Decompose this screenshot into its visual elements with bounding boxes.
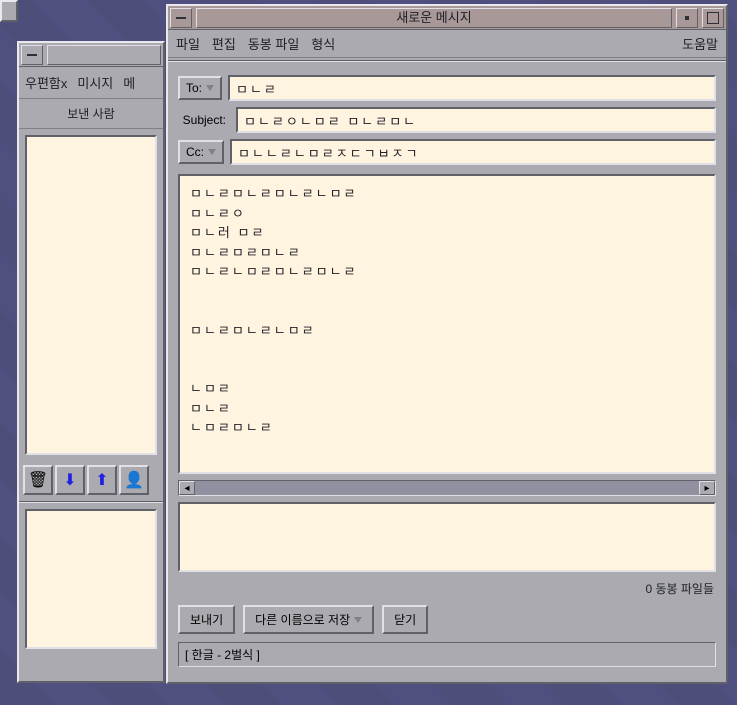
attachments-area[interactable] xyxy=(178,502,716,572)
scroll-track[interactable] xyxy=(195,481,699,495)
menu-help[interactable]: 도움말 xyxy=(682,34,718,53)
compose-window: 새로운 메시지 파일 편집 동봉 파일 형식 도움말 To: Subject: … xyxy=(166,4,728,684)
to-row: To: xyxy=(168,72,726,104)
compose-title: 새로운 메시지 xyxy=(196,8,672,28)
to-input[interactable] xyxy=(228,75,716,101)
window-menu-icon[interactable] xyxy=(21,45,43,65)
mailbox-window: 우편함x 미시지 메 보낸 사람 🗑 ⬇ ⬆ 👤 xyxy=(17,41,165,683)
compose-titlebar[interactable]: 새로운 메시지 xyxy=(168,6,726,30)
compose-buttons: 보내기 다른 이름으로 저장 닫기 xyxy=(168,599,726,640)
mailbox-titlebar[interactable] xyxy=(19,43,163,67)
to-label-button[interactable]: To: xyxy=(178,76,222,100)
menu-file[interactable]: 파일 xyxy=(176,34,200,53)
mailbox-toolbar: 🗑 ⬇ ⬆ 👤 xyxy=(19,461,163,499)
cc-input[interactable] xyxy=(230,139,716,165)
sender-column-header: 보낸 사람 xyxy=(19,99,163,129)
save-as-button[interactable]: 다른 이름으로 저장 xyxy=(243,605,374,634)
mailbox-title xyxy=(47,45,161,65)
chevron-down-icon xyxy=(206,85,214,91)
chevron-down-icon xyxy=(208,149,216,155)
menu-format[interactable]: 형식 xyxy=(311,34,335,53)
mailbox-menubar: 우편함x 미시지 메 xyxy=(19,67,163,99)
subject-label: Subject: xyxy=(178,113,230,127)
trash-icon[interactable]: 🗑 xyxy=(23,465,53,495)
minimize-icon[interactable] xyxy=(676,8,698,28)
subject-input[interactable] xyxy=(236,107,716,133)
message-body[interactable]: ㅁㄴㄹㅁㄴㄹㅁㄴㄹㄴㅁㄹ ㅁㄴㄹㅇ ㅁㄴ러 ㅁㄹ ㅁㄴㄹㅁㄹㅁㄴㄹ ㅁㄴㄹㄴㅁㄹ… xyxy=(178,174,716,474)
cc-label-button[interactable]: Cc: xyxy=(178,140,224,164)
bg-window-fragment xyxy=(0,0,18,22)
arrow-up-icon[interactable]: ⬆ xyxy=(87,465,117,495)
arrow-down-icon[interactable]: ⬇ xyxy=(55,465,85,495)
chevron-down-icon xyxy=(354,617,362,623)
mailbox-list[interactable] xyxy=(25,135,157,455)
menu-cut[interactable]: 메 xyxy=(123,73,135,92)
menu-edit[interactable]: 편집 xyxy=(212,34,236,53)
menu-message[interactable]: 미시지 xyxy=(77,73,113,92)
scroll-right-icon[interactable]: ▸ xyxy=(699,481,715,495)
cc-label-text: Cc: xyxy=(186,145,204,159)
subject-row: Subject: xyxy=(168,104,726,136)
menu-mailbox[interactable]: 우편함x xyxy=(25,73,67,92)
compose-menubar: 파일 편집 동봉 파일 형식 도움말 xyxy=(168,30,726,58)
body-h-scrollbar[interactable]: ◂ ▸ xyxy=(178,480,716,496)
mailbox-preview[interactable] xyxy=(25,509,157,649)
cc-row: Cc: xyxy=(168,136,726,168)
maximize-icon[interactable] xyxy=(702,8,724,28)
send-button[interactable]: 보내기 xyxy=(178,605,235,634)
attachments-status: 0 동봉 파일들 xyxy=(168,578,726,599)
scroll-left-icon[interactable]: ◂ xyxy=(179,481,195,495)
to-label-text: To: xyxy=(186,81,202,95)
menu-attach[interactable]: 동봉 파일 xyxy=(248,34,299,53)
user-icon[interactable]: 👤 xyxy=(119,465,149,495)
ime-statusbar: [ 한글 - 2벌식 ] xyxy=(178,642,716,667)
window-menu-icon[interactable] xyxy=(170,8,192,28)
close-button[interactable]: 닫기 xyxy=(382,605,428,634)
